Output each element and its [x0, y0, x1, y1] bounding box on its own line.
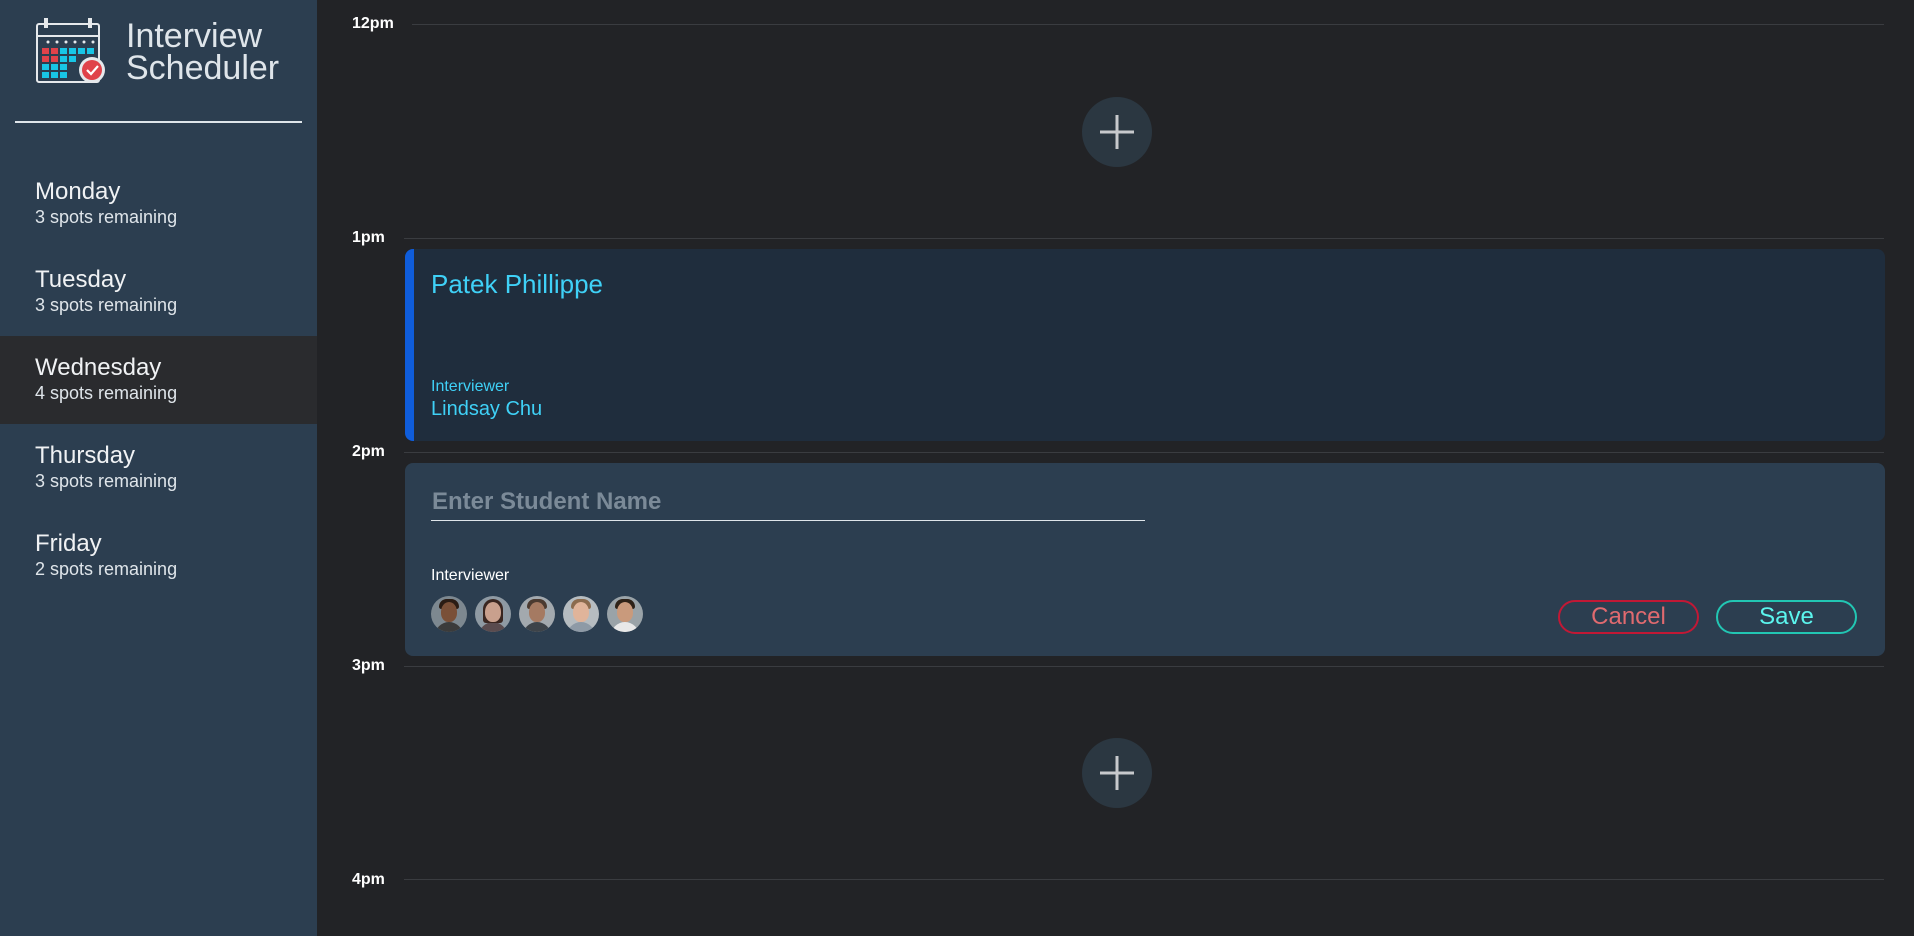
interviewer-avatar-4[interactable]: [563, 596, 599, 632]
schedule: 12pm 1pm Patek Phillippe Interviewer Lin…: [317, 0, 1914, 936]
app-title-line1: Interview: [126, 17, 263, 55]
day-item-wednesday[interactable]: Wednesday 4 spots remaining: [0, 336, 317, 424]
booked-appointment[interactable]: Patek Phillippe Interviewer Lindsay Chu: [405, 249, 1885, 441]
interviewer-list-label: Interviewer: [431, 567, 510, 584]
interviewer-avatar-1[interactable]: [431, 596, 467, 632]
day-item-monday[interactable]: Monday 3 spots remaining: [0, 160, 317, 248]
day-spots: 3 spots remaining: [35, 207, 178, 227]
plus-icon: [1100, 756, 1134, 790]
day-item-thursday[interactable]: Thursday 3 spots remaining: [0, 424, 317, 512]
sidebar: Interview Scheduler Monday 3 spots remai…: [0, 0, 317, 936]
day-item-tuesday[interactable]: Tuesday 3 spots remaining: [0, 248, 317, 336]
add-appointment-button[interactable]: [1082, 738, 1152, 808]
app-title-line2: Scheduler: [126, 49, 280, 87]
plus-icon: [1100, 115, 1134, 149]
hour-label-12pm: 12pm: [352, 15, 394, 32]
day-name: Thursday: [35, 442, 136, 469]
day-list: Monday 3 spots remaining Tuesday 3 spots…: [0, 160, 317, 600]
interviewer-avatar-5[interactable]: [607, 596, 643, 632]
app-root: Interview Scheduler Monday 3 spots remai…: [0, 0, 1914, 936]
hour-divider: [412, 24, 1884, 25]
student-name: Patek Phillippe: [431, 269, 603, 299]
add-appointment-button[interactable]: [1082, 97, 1152, 167]
hour-label-1pm: 1pm: [352, 229, 385, 246]
cancel-button[interactable]: Cancel: [1558, 600, 1699, 634]
appointment-form: Interviewer: [405, 463, 1885, 656]
interviewer-list: [431, 596, 651, 632]
interviewer-avatar-3[interactable]: [519, 596, 555, 632]
interviewer-name: Lindsay Chu: [431, 398, 543, 420]
hour-label-4pm: 4pm: [352, 871, 385, 888]
hour-divider: [404, 452, 1884, 453]
hour-label-2pm: 2pm: [352, 443, 385, 460]
day-item-friday[interactable]: Friday 2 spots remaining: [0, 512, 317, 600]
day-spots: 4 spots remaining: [35, 383, 178, 403]
interviewer-avatar-2[interactable]: [475, 596, 511, 632]
day-name: Wednesday: [35, 354, 162, 381]
day-spots: 3 spots remaining: [35, 295, 178, 315]
day-spots: 3 spots remaining: [35, 471, 178, 491]
brand-divider: [15, 121, 302, 123]
save-button[interactable]: Save: [1716, 600, 1857, 634]
hour-divider: [404, 666, 1884, 667]
calendar-check-icon: [36, 18, 105, 83]
hour-divider: [404, 879, 1884, 880]
day-name: Monday: [35, 178, 121, 205]
interviewer-label: Interviewer: [431, 378, 510, 395]
hour-label-3pm: 3pm: [352, 657, 385, 674]
day-name: Friday: [35, 530, 102, 557]
day-name: Tuesday: [35, 266, 127, 293]
student-name-input[interactable]: [431, 483, 1145, 521]
app-title: Interview Scheduler: [126, 17, 280, 87]
day-spots: 2 spots remaining: [35, 559, 178, 579]
brand: Interview Scheduler: [36, 18, 279, 86]
hour-divider: [404, 238, 1884, 239]
